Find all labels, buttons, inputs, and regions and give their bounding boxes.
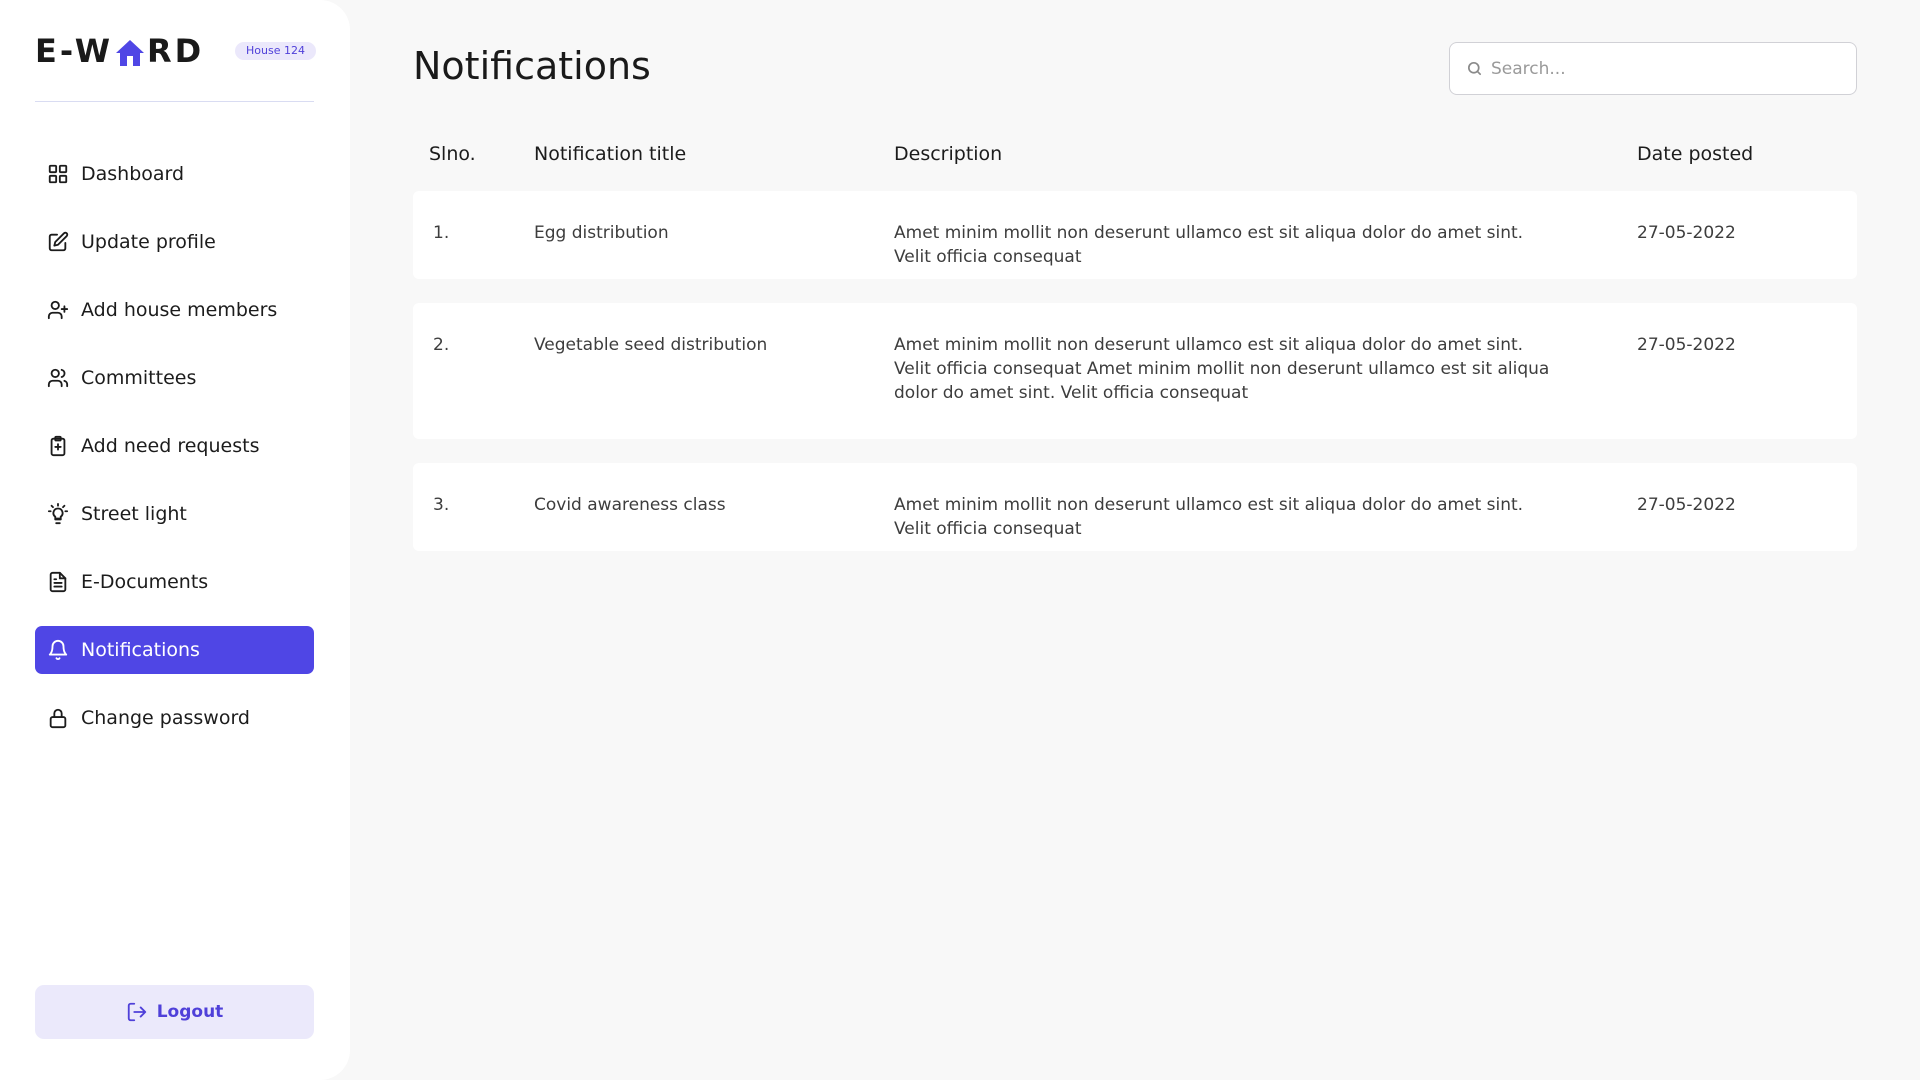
sidebar-item-label: Street light (81, 503, 187, 525)
page-title: Notifications (413, 44, 651, 88)
sidebar-item-label: Add need requests (81, 435, 260, 457)
row-title: Egg distribution (534, 223, 669, 243)
sidebar-item-label: Update profile (81, 231, 216, 253)
bell-icon (47, 639, 69, 661)
row-number: 3. (433, 495, 450, 515)
sidebar-item-street-light[interactable]: Street light (35, 490, 314, 538)
logo-text-right: RD (147, 32, 205, 70)
edit-icon (47, 231, 69, 253)
sidebar-item-change-password[interactable]: Change password (35, 694, 314, 742)
row-date: 27-05-2022 (1637, 223, 1736, 243)
row-title: Covid awareness class (534, 495, 726, 515)
sidebar: E-W RD House 124 Dashboard Update profil… (0, 0, 350, 1080)
logo-text-left: E-W (35, 32, 113, 70)
search-box[interactable] (1449, 42, 1857, 95)
table-row[interactable]: 2. Vegetable seed distribution Amet mini… (413, 303, 1857, 439)
table-row[interactable]: 1. Egg distribution Amet minim mollit no… (413, 191, 1857, 279)
grid-icon (47, 163, 69, 185)
column-header-title: Notification title (534, 143, 687, 165)
sidebar-nav: Dashboard Update profile Add house membe… (35, 150, 314, 762)
sidebar-item-update-profile[interactable]: Update profile (35, 218, 314, 266)
search-input[interactable] (1491, 58, 1831, 79)
column-header-date: Date posted (1637, 143, 1754, 165)
house-badge: House 124 (235, 42, 316, 60)
row-description: Amet minim mollit non deserunt ullamco e… (894, 335, 1550, 403)
logout-button[interactable]: Logout (35, 985, 314, 1039)
column-header-description: Description (894, 143, 1003, 165)
row-title: Vegetable seed distribution (534, 335, 768, 355)
column-header-slno: Slno. (429, 143, 476, 165)
sidebar-item-dashboard[interactable]: Dashboard (35, 150, 314, 198)
lock-icon (47, 707, 69, 729)
sidebar-item-label: Dashboard (81, 163, 185, 185)
sidebar-item-label: Committees (81, 367, 197, 389)
user-plus-icon (47, 299, 69, 321)
divider (35, 101, 314, 102)
row-description: Amet minim mollit non deserunt ullamco e… (894, 495, 1524, 539)
sidebar-item-label: Notifications (81, 639, 200, 661)
sidebar-item-label: Add house members (81, 299, 278, 321)
brand-logo[interactable]: E-W RD (35, 32, 204, 70)
row-description: Amet minim mollit non deserunt ullamco e… (894, 223, 1524, 267)
row-date: 27-05-2022 (1637, 495, 1736, 515)
sidebar-item-notifications[interactable]: Notifications (35, 626, 314, 674)
table-header: Slno. Notification title Description Dat… (413, 143, 1857, 167)
row-number: 2. (433, 335, 450, 355)
app-root: E-W RD House 124 Dashboard Update profil… (0, 0, 1920, 1080)
clipboard-plus-icon (47, 435, 69, 457)
sidebar-item-label: E-Documents (81, 571, 209, 593)
logout-icon (126, 1001, 148, 1023)
house-logo-icon (115, 37, 145, 66)
logo-wordmark: E-W RD (35, 32, 204, 70)
sidebar-item-label: Change password (81, 707, 250, 729)
sidebar-item-e-documents[interactable]: E-Documents (35, 558, 314, 606)
document-icon (47, 571, 69, 593)
sidebar-item-add-need-requests[interactable]: Add need requests (35, 422, 314, 470)
sidebar-item-add-house-members[interactable]: Add house members (35, 286, 314, 334)
table-row[interactable]: 3. Covid awareness class Amet minim moll… (413, 463, 1857, 551)
row-number: 1. (433, 223, 450, 243)
logout-label: Logout (156, 1002, 224, 1022)
lightbulb-icon (47, 503, 69, 525)
row-date: 27-05-2022 (1637, 335, 1736, 355)
search-icon (1466, 60, 1483, 77)
sidebar-item-committees[interactable]: Committees (35, 354, 314, 402)
users-icon (47, 367, 69, 389)
